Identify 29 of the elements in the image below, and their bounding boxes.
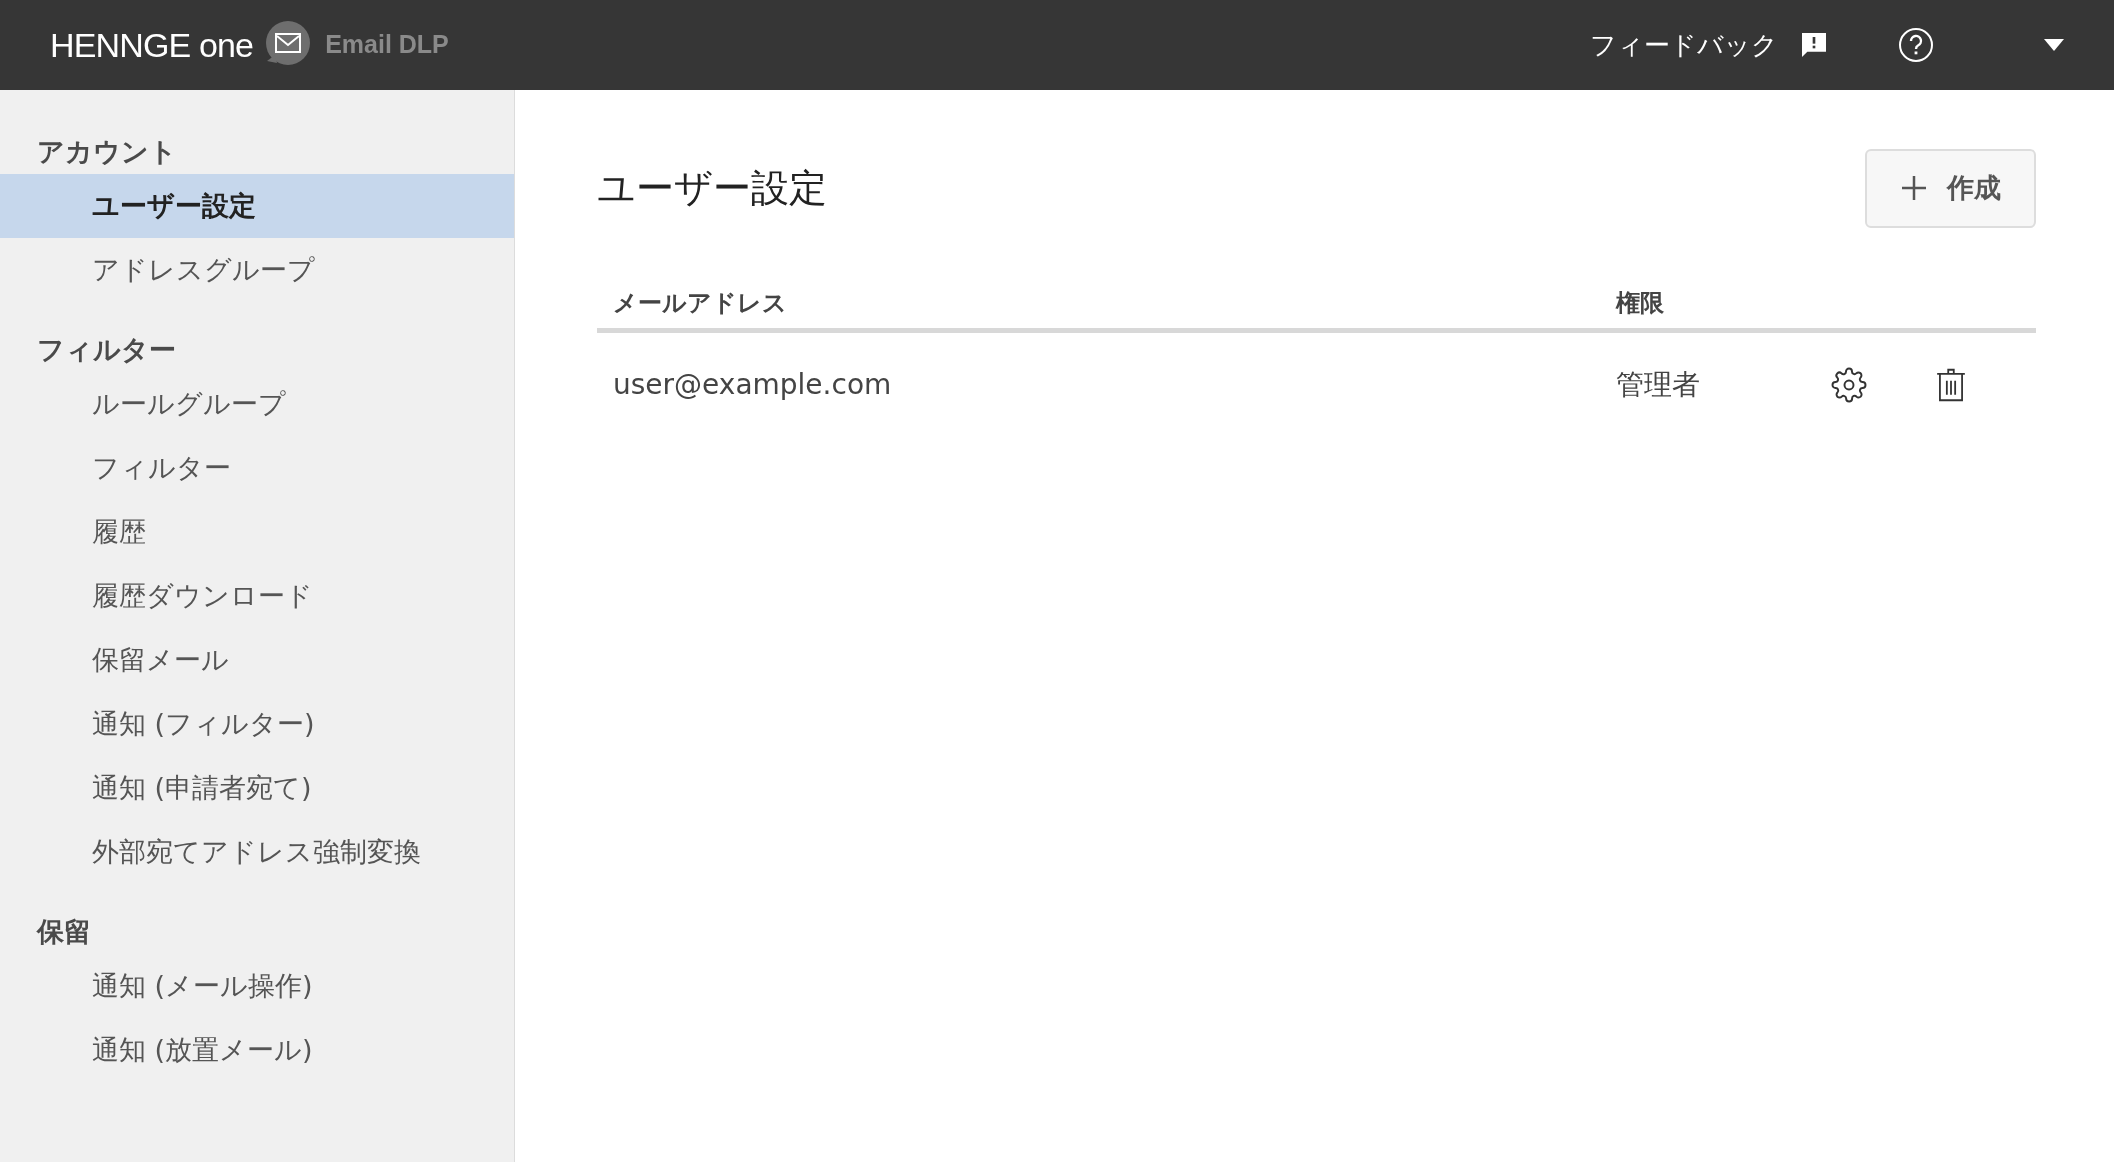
column-header: メールアドレス [612, 288, 788, 319]
create-button[interactable]: 作成 [1865, 148, 2036, 228]
sidebar-item[interactable]: アドレスグループ [0, 238, 514, 302]
sidebar-item[interactable]: 外部宛てアドレス強制変換 [0, 820, 514, 884]
product-name: Email DLP [325, 29, 449, 61]
sidebar-item[interactable]: 履歴 [0, 500, 514, 564]
page-title: ユーザー設定 [597, 164, 827, 212]
sidebar-item[interactable]: 通知 (放置メール) [0, 1018, 514, 1082]
table-cell-text: user@example.com [612, 367, 893, 403]
sidebar-item[interactable]: 履歴ダウンロード [0, 564, 514, 628]
sidebar-item[interactable]: 通知 (フィルター) [0, 692, 514, 756]
trash-icon[interactable] [1935, 367, 1967, 403]
sidebar-item[interactable]: 通知 (メール操作) [0, 954, 514, 1018]
feedback-button[interactable]: フィードバック [1590, 25, 1830, 65]
sidebar-item[interactable]: 保留メール [0, 628, 514, 692]
section-heading: 保留 [35, 914, 92, 949]
sidebar-item[interactable]: ルールグループ [0, 372, 514, 436]
column-header: 権限 [1616, 288, 1664, 319]
logo[interactable]: HENNGE one [50, 19, 254, 71]
sidebar-item[interactable]: フィルター [0, 436, 514, 500]
section-heading: フィルター [36, 332, 177, 367]
plus-icon [1900, 175, 1927, 201]
dropdown-caret-icon[interactable] [2044, 39, 2064, 51]
section-heading: アカウント [36, 134, 178, 169]
sidebar-item[interactable]: 通知 (申請者宛て) [0, 756, 514, 820]
table-cell-text: 管理者 [1616, 367, 1701, 403]
sidebar-item[interactable]: ユーザー設定 [0, 174, 514, 238]
help-icon[interactable] [1898, 27, 1934, 63]
settings-icon[interactable] [1831, 367, 1867, 403]
